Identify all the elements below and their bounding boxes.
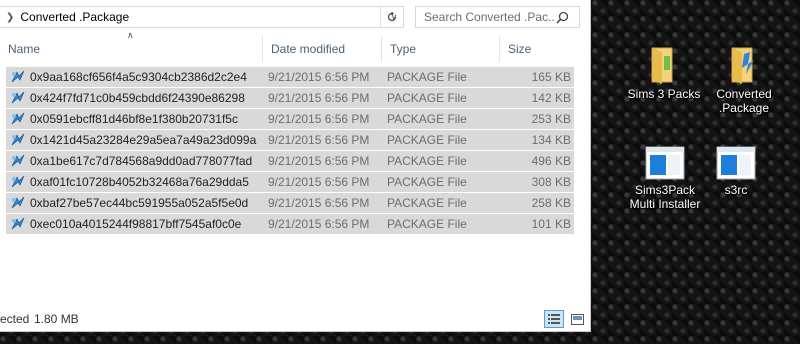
desktop-icon-s3rc[interactable]: s3rc xyxy=(704,146,768,197)
file-name: 0x1421d45a23284e29a5ea7a49a23d099a xyxy=(30,133,257,147)
file-explorer-window: ❯ Converted .Package ∨ ∧ Name Date modif… xyxy=(0,0,591,332)
refresh-button[interactable] xyxy=(380,7,403,27)
file-date: 9/21/2015 6:56 PM xyxy=(268,133,370,147)
file-type: PACKAGE File xyxy=(387,196,467,210)
desktop-icon-label: Sims3Pack xyxy=(634,183,696,197)
desktop-icon-label: s3rc xyxy=(724,183,748,197)
column-header-row: Name Date modified Type Size xyxy=(0,36,590,62)
package-file-icon xyxy=(11,154,25,167)
details-view-icon xyxy=(548,314,560,324)
file-date: 9/21/2015 6:56 PM xyxy=(268,91,370,105)
file-type: PACKAGE File xyxy=(387,133,467,147)
file-size: 496 KB xyxy=(531,154,571,168)
package-file-icon xyxy=(11,112,25,125)
desktop-icon-sims3pack-multi-installer[interactable]: Sims3Pack Multi Installer xyxy=(620,146,710,211)
column-header-date[interactable]: Date modified xyxy=(262,36,381,62)
status-selected-text: ected xyxy=(0,312,30,326)
file-row[interactable]: 0xbaf27be57ec44bc591955a052a5f5e0d 9/21/… xyxy=(6,193,574,213)
refresh-icon xyxy=(387,11,397,22)
file-size: 101 KB xyxy=(531,217,571,231)
file-name: 0xa1be617c7d784568a9dd0ad778077fad xyxy=(30,154,253,168)
desktop-icon-label: Multi Installer xyxy=(629,197,701,211)
file-date: 9/21/2015 6:56 PM xyxy=(268,70,370,84)
file-name: 0x0591ebcff81d46bf8e1f380b20731f5c xyxy=(30,112,238,126)
details-view-button[interactable] xyxy=(544,310,564,328)
status-bar: ected 1.80 MB xyxy=(0,310,590,330)
large-icons-view-button[interactable] xyxy=(567,310,587,328)
search-box[interactable] xyxy=(415,6,580,28)
file-date: 9/21/2015 6:56 PM xyxy=(268,175,370,189)
package-file-icon xyxy=(11,175,25,188)
file-row[interactable]: 0x424f7fd71c0b459cbdd6f24390e86298 9/21/… xyxy=(6,88,574,108)
file-row[interactable]: 0xaf01fc10728b4052b32468a76a29dda5 9/21/… xyxy=(6,172,574,192)
folder-sims-icon xyxy=(731,47,754,84)
file-row[interactable]: 0x9aa168cf656f4a5c9304cb2386d2c2e4 9/21/… xyxy=(6,67,574,87)
address-bar[interactable]: ❯ Converted .Package ∨ xyxy=(0,6,404,28)
file-size: 258 KB xyxy=(531,196,571,210)
file-date: 9/21/2015 6:56 PM xyxy=(268,154,370,168)
package-file-icon xyxy=(11,196,25,209)
app-window-icon xyxy=(716,146,756,180)
breadcrumb-chevron-icon[interactable]: ❯ xyxy=(6,12,14,23)
package-file-icon xyxy=(11,133,25,146)
column-header-type[interactable]: Type xyxy=(381,36,499,62)
package-file-icon xyxy=(11,217,25,230)
file-size: 134 KB xyxy=(531,133,571,147)
file-type: PACKAGE File xyxy=(387,112,467,126)
file-name: 0xec010a4015244f98817bff7545af0c0e xyxy=(30,217,242,231)
file-row[interactable]: 0xa1be617c7d784568a9dd0ad778077fad 9/21/… xyxy=(6,151,574,171)
package-file-icon xyxy=(11,70,25,83)
folder-icon xyxy=(651,47,673,84)
file-row[interactable]: 0x1421d45a23284e29a5ea7a49a23d099a 9/21/… xyxy=(6,130,574,150)
file-size: 308 KB xyxy=(531,175,571,189)
file-row[interactable]: 0x0591ebcff81d46bf8e1f380b20731f5c 9/21/… xyxy=(6,109,574,129)
file-type: PACKAGE File xyxy=(387,70,467,84)
file-row[interactable]: 0xec010a4015244f98817bff7545af0c0e 9/21/… xyxy=(6,214,574,234)
file-name: 0x9aa168cf656f4a5c9304cb2386d2c2e4 xyxy=(30,70,247,84)
file-name: 0x424f7fd71c0b459cbdd6f24390e86298 xyxy=(30,91,245,105)
desktop-icon-label: .Package xyxy=(718,101,770,115)
desktop-icon-sims-3-packs[interactable]: Sims 3 Packs xyxy=(624,44,704,101)
search-icon[interactable] xyxy=(556,11,569,24)
app-window-icon xyxy=(645,146,685,180)
desktop-icon-converted-package[interactable]: Converted .Package xyxy=(704,44,784,115)
column-header-size[interactable]: Size xyxy=(499,36,579,62)
column-header-name[interactable]: Name xyxy=(0,36,262,62)
file-date: 9/21/2015 6:56 PM xyxy=(268,217,370,231)
status-selected-size: 1.80 MB xyxy=(34,312,79,326)
file-type: PACKAGE File xyxy=(387,175,467,189)
address-path[interactable]: Converted .Package xyxy=(20,10,385,24)
file-date: 9/21/2015 6:56 PM xyxy=(268,196,370,210)
file-name: 0xbaf27be57ec44bc591955a052a5f5e0d xyxy=(30,196,249,210)
file-name: 0xaf01fc10728b4052b32468a76a29dda5 xyxy=(30,175,249,189)
file-size: 165 KB xyxy=(531,70,571,84)
file-size: 142 KB xyxy=(531,91,571,105)
file-type: PACKAGE File xyxy=(387,91,467,105)
search-input[interactable] xyxy=(424,10,554,24)
desktop-icon-label: Converted xyxy=(716,87,772,101)
file-type: PACKAGE File xyxy=(387,217,467,231)
desktop-icon-label: Sims 3 Packs xyxy=(627,87,701,101)
file-date: 9/21/2015 6:56 PM xyxy=(268,112,370,126)
file-size: 253 KB xyxy=(531,112,571,126)
package-file-icon xyxy=(11,91,25,104)
file-type: PACKAGE File xyxy=(387,154,467,168)
large-icons-view-icon xyxy=(570,313,584,325)
